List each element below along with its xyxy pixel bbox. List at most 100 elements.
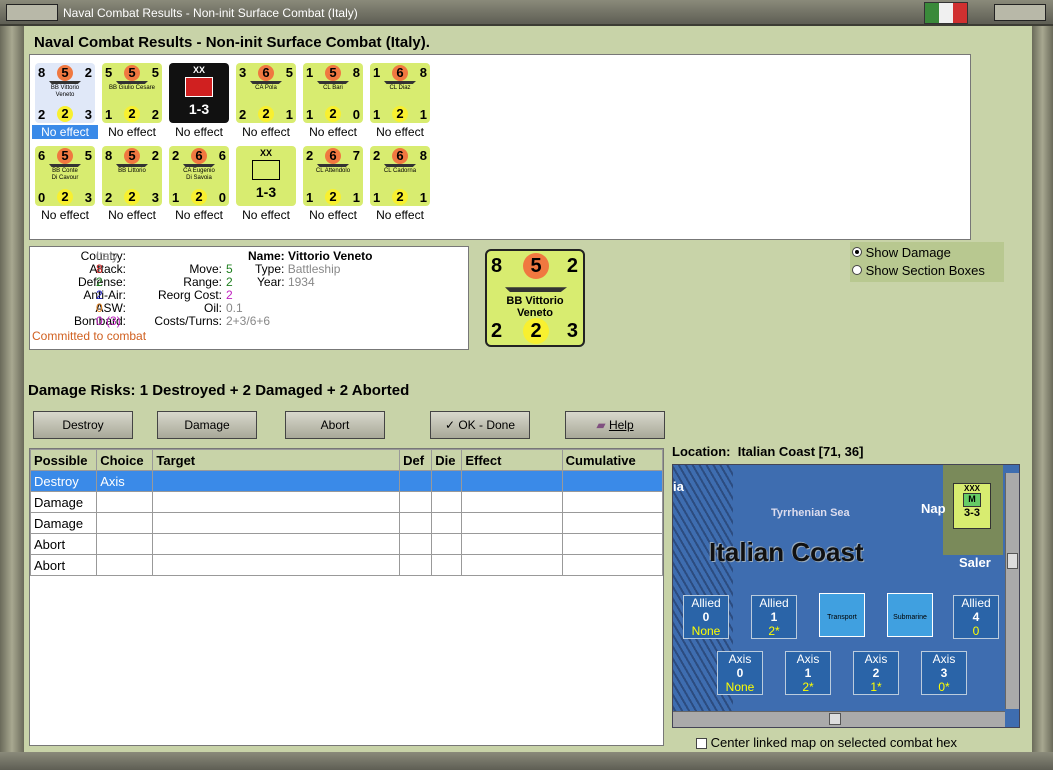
unit-move: 6	[218, 148, 226, 163]
unit-effect: No effect	[41, 208, 89, 222]
unit-name: CA Pola	[255, 85, 277, 91]
unit-attack: 2	[306, 148, 314, 163]
damage-button[interactable]: Damage	[157, 411, 257, 439]
stack-strength: 0*	[938, 680, 950, 694]
map-vscroll-thumb[interactable]	[1007, 553, 1018, 569]
counter-move: 2	[566, 255, 578, 277]
map-stack-box[interactable]: Axis 3 0*	[921, 651, 967, 695]
unit-b2: 2	[57, 189, 73, 205]
unit-b1: 1	[373, 107, 381, 122]
abort-button[interactable]: Abort	[285, 411, 385, 439]
unit-counter[interactable]: 1 5 8 CL Bari 1 2 0	[303, 63, 363, 123]
counter-b2: 2	[523, 318, 549, 344]
unit-counter[interactable]: 8 5 2 BB Vittorio Veneto 2 2 3	[35, 63, 95, 123]
table-row[interactable]: Abort	[29, 554, 664, 576]
column-header[interactable]: Effect	[461, 449, 563, 471]
unit-name: CA Eugenio Di Savoia	[183, 168, 215, 181]
unit-effect: No effect	[376, 208, 424, 222]
unit-defense: 6	[392, 65, 408, 81]
stack-strength: 1*	[870, 680, 882, 694]
table-cell	[561, 512, 664, 534]
table-cell	[399, 533, 433, 555]
table-cell	[461, 512, 563, 534]
map-stack-box[interactable]: Axis 2 1*	[853, 651, 899, 695]
column-header[interactable]: Cumulative	[561, 449, 664, 471]
unit-defense: 5	[124, 65, 140, 81]
corner-unit-size: XXX	[963, 484, 980, 493]
table-row[interactable]: Destroy Axis	[29, 470, 664, 492]
unit-b1: 1	[373, 190, 381, 205]
unit-counter[interactable]: 2 6 7 CL Attendolo 1 2 1	[303, 146, 363, 206]
unit-counter[interactable]: XX 1-3	[169, 63, 229, 123]
table-row[interactable]: Abort	[29, 533, 664, 555]
unit-b1: 0	[38, 190, 46, 205]
window-frame-bottom	[0, 752, 1053, 770]
unit-counter[interactable]: 5 5 5 BB Giulio Cesare 1 2 2	[102, 63, 162, 123]
table-cell	[461, 491, 563, 513]
unit-attack: 2	[172, 148, 180, 163]
ok-done-button[interactable]: ✓ OK - Done	[430, 411, 530, 439]
map-stack-box[interactable]: Allied 1 2*	[751, 595, 797, 639]
type-value: Battleship	[287, 262, 341, 276]
checkbox-box[interactable]	[696, 738, 707, 750]
show-sections-radio[interactable]: Show Section Boxes	[852, 263, 985, 278]
unit-counter[interactable]: 2 6 6 CA Eugenio Di Savoia 1 2 0	[169, 146, 229, 206]
linked-map[interactable]: ia Tyrrhenian Sea Nap Saler Italian Coas…	[672, 464, 1020, 728]
map-title: Italian Coast	[709, 537, 864, 567]
unit-counter[interactable]: 2 6 8 CL Cadorna 1 2 1	[370, 146, 430, 206]
help-button[interactable]: ▰ Help	[565, 411, 665, 439]
book-icon: ▰	[596, 418, 609, 432]
unit-counter[interactable]: 8 5 2 BB Littorio 2 2 3	[102, 146, 162, 206]
table-cell	[461, 554, 563, 576]
table-cell	[561, 533, 664, 555]
unit-type-icon	[252, 160, 280, 180]
map-vertical-scrollbar[interactable]	[1005, 473, 1019, 709]
column-header[interactable]: Die	[431, 449, 463, 471]
destroy-button[interactable]: Destroy	[33, 411, 133, 439]
column-header[interactable]: Choice	[96, 449, 154, 471]
table-cell	[461, 470, 563, 492]
table-cell: Damage	[29, 491, 98, 513]
unit-strength: 1-3	[255, 184, 277, 200]
map-stack-box[interactable]: Allied 4 0	[953, 595, 999, 639]
center-linked-checkbox[interactable]: Center linked map on selected combat hex	[696, 735, 957, 750]
window-menu-button[interactable]	[6, 4, 58, 21]
unit-b2: 2	[124, 106, 140, 122]
table-cell	[461, 533, 563, 555]
column-header[interactable]: Def	[399, 449, 433, 471]
unit-counter[interactable]: XX 1-3	[236, 146, 296, 206]
map-hscroll-thumb[interactable]	[829, 713, 841, 725]
map-corner-unit[interactable]: XXX M 3-3	[953, 483, 991, 529]
unit-move: 8	[352, 65, 360, 80]
unit-counter[interactable]: 6 5 5 BB Conte Di Cavour 0 2 3	[35, 146, 95, 206]
unit-b1: 2	[105, 190, 113, 205]
column-header[interactable]: Target	[152, 449, 401, 471]
stack-count: 2	[872, 666, 880, 680]
map-city1: Nap	[921, 501, 946, 516]
table-cell	[399, 512, 433, 534]
checkmark-icon: ✓	[444, 418, 459, 432]
table-row[interactable]: Damage	[29, 512, 664, 534]
map-stack-box[interactable]: Axis 1 2*	[785, 651, 831, 695]
unit-attack: 2	[373, 148, 381, 163]
unit-counter[interactable]: 3 6 5 CA Pola 2 2 1	[236, 63, 296, 123]
unit-b3: 3	[84, 107, 92, 122]
mountain-icon: M	[963, 493, 981, 507]
type-label: Type:	[255, 262, 285, 276]
map-stack-box[interactable]: Allied 0 None	[683, 595, 729, 639]
transport-counter[interactable]: Transport	[819, 593, 865, 637]
unit-name: BB Vittorio Veneto	[50, 85, 80, 98]
window-close-button[interactable]	[994, 4, 1046, 21]
damage-table-panel: Possible Choice Target Def Die Effect Cumulati…	[29, 448, 664, 746]
unit-attack: 8	[105, 148, 113, 163]
bombard-value: 0 (3)	[96, 314, 121, 328]
column-header[interactable]: Possible	[29, 449, 98, 471]
table-cell	[152, 533, 401, 555]
map-horizontal-scrollbar[interactable]	[673, 711, 1005, 727]
unit-counter[interactable]: 1 6 8 CL Diaz 1 2 1	[370, 63, 430, 123]
submarine-counter[interactable]: Submarine	[887, 593, 933, 637]
table-row[interactable]: Damage	[29, 491, 664, 513]
show-damage-radio[interactable]: Show Damage	[852, 245, 951, 260]
unit-effect: No effect	[32, 125, 98, 139]
map-stack-box[interactable]: Axis 0 None	[717, 651, 763, 695]
